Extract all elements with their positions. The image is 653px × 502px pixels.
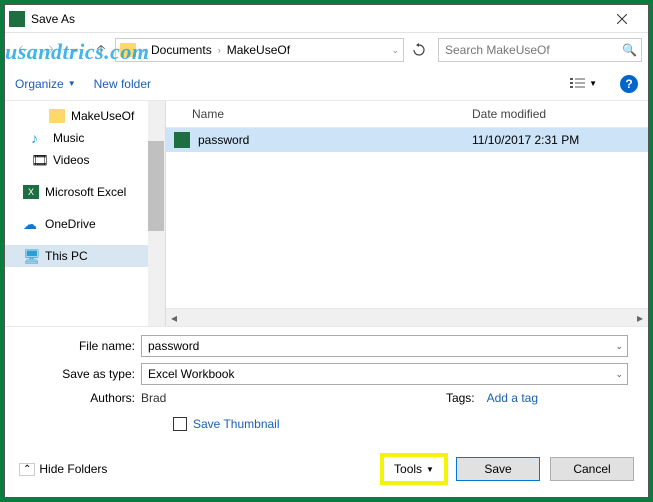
save-form: File name: ⌄ Save as type: ⌄ Authors: Br… xyxy=(5,326,648,445)
onedrive-icon: ☁ xyxy=(23,217,39,231)
authors-label: Authors: xyxy=(25,391,141,405)
column-headers[interactable]: Name Date modified xyxy=(166,101,648,128)
authors-value[interactable]: Brad xyxy=(141,391,166,405)
video-icon: 🎞 xyxy=(31,153,47,167)
refresh-button[interactable] xyxy=(406,38,432,62)
filetype-label: Save as type: xyxy=(25,367,141,381)
filename-input[interactable] xyxy=(146,338,615,354)
filename-combo[interactable]: ⌄ xyxy=(141,335,628,357)
file-date: 11/10/2017 2:31 PM xyxy=(472,133,640,147)
breadcrumb-documents[interactable]: Documents xyxy=(151,43,212,57)
chevron-right-icon: › xyxy=(218,45,221,55)
file-row[interactable]: password 11/10/2017 2:31 PM xyxy=(166,128,648,152)
address-bar[interactable]: › Documents › MakeUseOf ⌄ xyxy=(115,38,404,62)
file-name: password xyxy=(198,133,472,147)
scroll-left-icon[interactable]: ◂ xyxy=(166,310,182,326)
chevron-down-icon: ▼ xyxy=(426,465,434,474)
tree-item-videos[interactable]: 🎞 Videos xyxy=(5,149,164,171)
excel-file-icon xyxy=(174,132,190,148)
chevron-up-icon: ⌃ xyxy=(19,463,35,476)
scroll-right-icon[interactable]: ▸ xyxy=(632,310,648,326)
tags-label: Tags: xyxy=(446,391,481,405)
folder-icon xyxy=(49,109,65,123)
horizontal-scrollbar[interactable]: ◂ ▸ xyxy=(166,308,648,326)
tree-item-onedrive[interactable]: ☁ OneDrive xyxy=(5,213,164,235)
forward-button[interactable]: 🡢 xyxy=(37,38,61,62)
view-icon xyxy=(569,77,587,91)
chevron-down-icon[interactable]: ⌄ xyxy=(615,341,623,352)
tree-item-excel[interactable]: X Microsoft Excel xyxy=(5,181,164,203)
tree-item-music[interactable]: ♪ Music xyxy=(5,127,164,149)
chevron-right-icon: › xyxy=(142,45,145,55)
navigation-tree[interactable]: MakeUseOf ♪ Music 🎞 Videos X Microsoft E… xyxy=(5,101,165,326)
filetype-input[interactable] xyxy=(146,366,615,382)
music-icon: ♪ xyxy=(31,131,47,145)
column-name[interactable]: Name xyxy=(174,107,472,121)
dialog-body: MakeUseOf ♪ Music 🎞 Videos X Microsoft E… xyxy=(5,101,648,326)
window-title: Save As xyxy=(31,12,600,26)
excel-icon: X xyxy=(23,185,39,199)
tree-item-thispc[interactable]: 🖥 This PC xyxy=(5,245,164,267)
organize-button[interactable]: Organize ▼ xyxy=(15,77,76,91)
cancel-button[interactable]: Cancel xyxy=(550,457,634,481)
tags-value[interactable]: Add a tag xyxy=(487,391,538,405)
dialog-footer: ⌃ Hide Folders Tools ▼ Save Cancel xyxy=(5,445,648,497)
refresh-icon xyxy=(412,43,426,57)
search-box[interactable]: 🔍 xyxy=(438,38,642,62)
search-icon: 🔍 xyxy=(622,43,637,57)
toolbar: Organize ▼ New folder ▼ ? xyxy=(5,67,648,101)
folder-icon xyxy=(120,43,136,57)
file-list-pane: Name Date modified password 11/10/2017 2… xyxy=(165,101,648,326)
save-button[interactable]: Save xyxy=(456,457,540,481)
close-button[interactable] xyxy=(600,5,644,33)
help-button[interactable]: ? xyxy=(620,75,638,93)
tree-item-makeuseof[interactable]: MakeUseOf xyxy=(5,105,164,127)
column-date[interactable]: Date modified xyxy=(472,107,640,121)
search-input[interactable] xyxy=(443,42,622,58)
tools-highlight: Tools ▼ xyxy=(382,455,446,483)
pc-icon: 🖥 xyxy=(23,249,39,263)
save-as-dialog: Save As usandtrics.com 🡠 🡢 ▾ 🡡 › Documen… xyxy=(4,4,649,498)
filetype-combo[interactable]: ⌄ xyxy=(141,363,628,385)
recent-dropdown[interactable]: ▾ xyxy=(63,38,87,62)
file-list[interactable]: password 11/10/2017 2:31 PM xyxy=(166,128,648,308)
save-thumbnail-checkbox[interactable] xyxy=(173,417,187,431)
chevron-down-icon: ▼ xyxy=(589,79,597,88)
chevron-down-icon[interactable]: ⌄ xyxy=(615,369,623,380)
close-icon xyxy=(617,14,627,24)
breadcrumb-makeuseof[interactable]: MakeUseOf xyxy=(227,43,290,57)
chevron-down-icon[interactable]: ⌄ xyxy=(391,45,399,56)
titlebar: Save As xyxy=(5,5,648,33)
new-folder-button[interactable]: New folder xyxy=(94,77,151,91)
back-button[interactable]: 🡠 xyxy=(11,38,35,62)
navigation-bar: 🡠 🡢 ▾ 🡡 › Documents › MakeUseOf ⌄ 🔍 xyxy=(5,33,648,67)
hide-folders-button[interactable]: ⌃ Hide Folders xyxy=(19,462,107,476)
tools-button[interactable]: Tools ▼ xyxy=(384,457,444,481)
tree-scroll-thumb[interactable] xyxy=(148,141,164,231)
filename-label: File name: xyxy=(25,339,141,353)
excel-app-icon xyxy=(9,11,25,27)
view-options-button[interactable]: ▼ xyxy=(564,74,602,94)
chevron-down-icon: ▼ xyxy=(68,79,76,88)
up-button[interactable]: 🡡 xyxy=(89,38,113,62)
save-thumbnail-label: Save Thumbnail xyxy=(193,417,280,431)
